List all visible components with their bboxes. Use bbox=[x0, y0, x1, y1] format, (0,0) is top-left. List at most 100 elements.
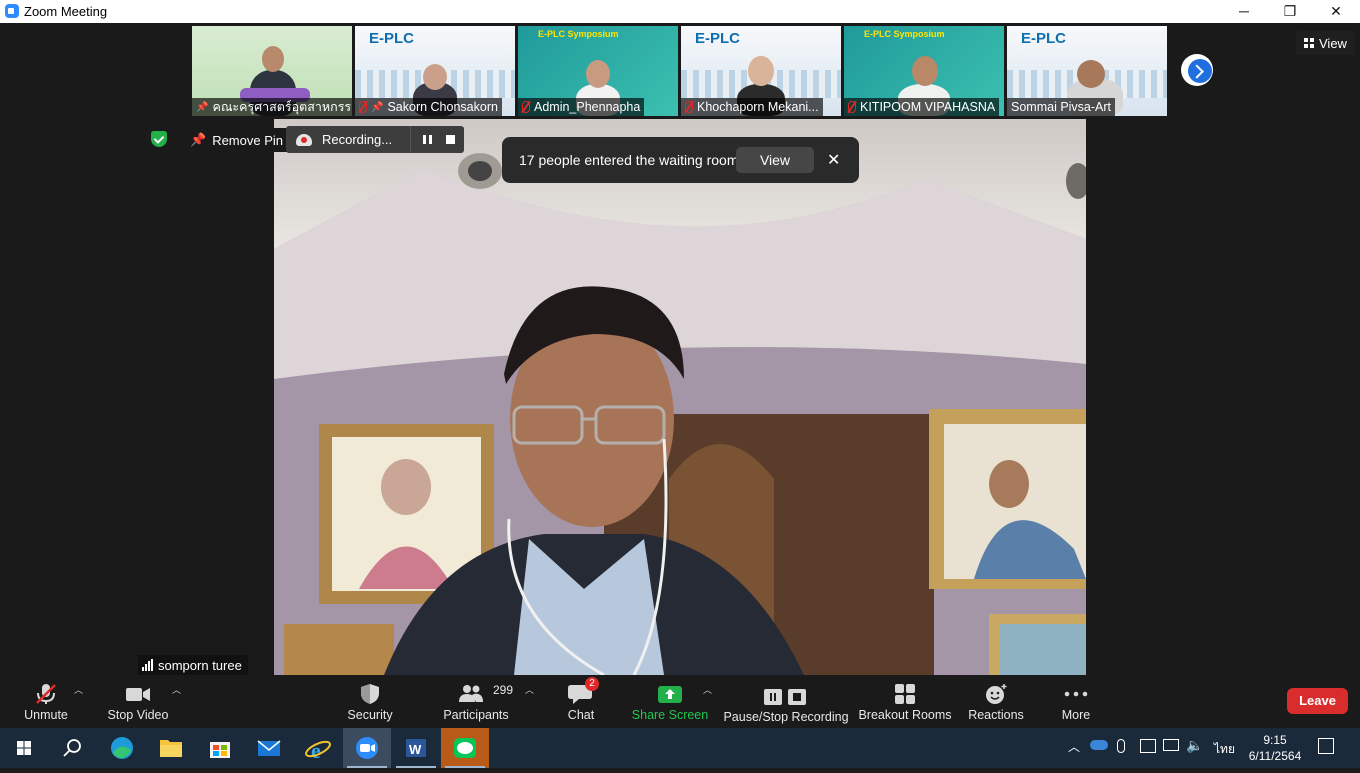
eplc-logo: E-PLC bbox=[695, 30, 740, 47]
breakout-rooms-label: Breakout Rooms bbox=[858, 708, 952, 722]
close-window-button[interactable]: ✕ bbox=[1313, 0, 1359, 23]
participant-name: Sakorn Chonsakorn bbox=[387, 100, 498, 114]
internet-explorer-icon: e bbox=[305, 738, 331, 763]
folder-icon bbox=[160, 740, 182, 757]
zoom-app-icon bbox=[5, 4, 19, 18]
participants-label: Participants bbox=[443, 708, 509, 722]
onedrive-icon[interactable] bbox=[1090, 740, 1108, 750]
participant-name: Khochaporn Mekani... bbox=[697, 100, 819, 114]
participant-tile[interactable]: E-PLC Khochaporn Mekani... bbox=[681, 26, 841, 116]
recording-cloud-icon bbox=[296, 133, 312, 146]
taskbar-file-explorer[interactable] bbox=[147, 728, 195, 768]
taskbar-internet-explorer[interactable]: e bbox=[294, 728, 342, 768]
share-options-chevron-icon[interactable]: ︿ bbox=[703, 683, 712, 696]
view-button[interactable]: View bbox=[1296, 31, 1355, 55]
waiting-room-notification: 17 people entered the waiting room View … bbox=[502, 137, 859, 183]
participants-count: 299 bbox=[493, 683, 514, 697]
maximize-button[interactable]: ❐ bbox=[1267, 0, 1313, 23]
windows-logo-icon bbox=[17, 741, 31, 755]
muted-mic-icon bbox=[685, 101, 693, 113]
signal-bars-icon bbox=[142, 659, 153, 671]
stop-recording-icon[interactable] bbox=[444, 133, 457, 146]
grid-view-icon bbox=[1304, 38, 1314, 48]
participants-button[interactable]: 299 Participants bbox=[440, 675, 514, 728]
leave-button[interactable]: Leave bbox=[1287, 688, 1348, 714]
microphone-tray-icon[interactable] bbox=[1117, 739, 1125, 753]
edge-browser-icon bbox=[111, 737, 133, 759]
more-button[interactable]: More bbox=[1050, 675, 1102, 728]
clock-time: 9:15 bbox=[1263, 733, 1287, 747]
network-alert-icon[interactable] bbox=[1140, 739, 1156, 753]
smiley-icon bbox=[986, 684, 1007, 704]
participant-tile[interactable]: 📌 คณะครุศาสตร์อุตสาหกรร... bbox=[192, 26, 352, 116]
pin-icon: 📌 bbox=[190, 132, 207, 147]
close-icon[interactable]: ✕ bbox=[827, 150, 840, 170]
muted-mic-icon bbox=[522, 101, 530, 113]
eplc-logo: E-PLC bbox=[1021, 30, 1066, 47]
unmute-button[interactable]: Unmute bbox=[14, 675, 78, 728]
taskbar-mail[interactable] bbox=[245, 728, 293, 768]
taskbar-zoom[interactable] bbox=[343, 728, 391, 768]
pin-icon: 📌 bbox=[196, 101, 209, 113]
reactions-button[interactable]: Reactions bbox=[964, 675, 1028, 728]
waiting-room-message: 17 people entered the waiting room bbox=[519, 152, 739, 168]
participant-tile[interactable]: E-PLC Sommai Pivsa-Art bbox=[1007, 26, 1167, 116]
shield-icon bbox=[361, 684, 379, 704]
meeting-toolbar: Unmute ︿ Stop Video ︿ Security 299 Parti… bbox=[0, 675, 1360, 728]
participants-icon bbox=[459, 685, 483, 702]
pause-recording-icon[interactable] bbox=[419, 133, 437, 146]
chat-button[interactable]: 2 Chat bbox=[556, 675, 606, 728]
participants-options-chevron-icon[interactable]: ︿ bbox=[525, 683, 534, 696]
pause-stop-recording-button[interactable]: Pause/Stop Recording bbox=[722, 675, 850, 728]
stop-video-button[interactable]: Stop Video bbox=[104, 675, 172, 728]
security-shield-icon bbox=[151, 131, 167, 147]
remove-pin-button[interactable]: 📌 Remove Pin bbox=[182, 128, 291, 152]
svg-text:W: W bbox=[409, 742, 422, 757]
taskbar-store[interactable] bbox=[196, 728, 244, 768]
breakout-rooms-button[interactable]: Breakout Rooms bbox=[858, 675, 952, 728]
start-button[interactable] bbox=[0, 728, 48, 768]
symposium-banner: E-PLC Symposium bbox=[538, 29, 619, 39]
eplc-logo: E-PLC bbox=[369, 30, 414, 47]
display-icon[interactable] bbox=[1163, 739, 1179, 751]
window-title: Zoom Meeting bbox=[24, 4, 108, 19]
muted-mic-icon bbox=[848, 101, 856, 113]
volume-icon[interactable]: 🔈 bbox=[1186, 737, 1203, 754]
minimize-button[interactable]: ─ bbox=[1221, 0, 1267, 23]
recording-controls-icon bbox=[764, 689, 806, 705]
symposium-banner: E-PLC Symposium bbox=[864, 29, 945, 39]
participant-tile[interactable]: E-PLC Symposium KITIPOOM VIPAHASNA bbox=[844, 26, 1004, 116]
title-bar: Zoom Meeting ─ ❐ ✕ bbox=[0, 0, 1360, 23]
participant-tile[interactable]: E-PLC Symposium Admin_Phennapha bbox=[518, 26, 678, 116]
recording-status: Recording... bbox=[286, 126, 464, 153]
active-speaker-label: somporn turee bbox=[138, 655, 248, 675]
stop-video-label: Stop Video bbox=[107, 708, 169, 722]
recording-label: Recording... bbox=[322, 132, 393, 147]
security-button[interactable]: Security bbox=[340, 675, 400, 728]
input-language[interactable]: ไทย bbox=[1214, 740, 1235, 759]
participant-name: คณะครุศาสตร์อุตสาหกรร... bbox=[212, 100, 352, 114]
share-screen-button[interactable]: Share Screen bbox=[630, 675, 710, 728]
notification-center-icon[interactable] bbox=[1318, 738, 1334, 754]
video-camera-icon bbox=[126, 688, 150, 701]
zoom-app-icon bbox=[356, 737, 378, 759]
taskbar-line[interactable] bbox=[441, 728, 489, 768]
ellipsis-icon bbox=[1064, 691, 1088, 697]
next-page-arrow-icon[interactable] bbox=[1181, 54, 1213, 86]
participant-name: Sommai Pivsa-Art bbox=[1011, 100, 1112, 114]
view-button-label: View bbox=[1319, 35, 1347, 51]
clock[interactable]: 9:15 6/11/2564 bbox=[1244, 732, 1306, 764]
chevron-up-icon[interactable]: ︿ bbox=[1068, 738, 1080, 755]
video-options-chevron-icon[interactable]: ︿ bbox=[172, 683, 181, 696]
remove-pin-label: Remove Pin bbox=[212, 132, 283, 148]
participant-tile[interactable]: E-PLC 📌 Sakorn Chonsakorn bbox=[355, 26, 515, 116]
muted-mic-icon bbox=[36, 684, 56, 704]
waiting-room-view-button[interactable]: View bbox=[736, 147, 814, 173]
taskbar-edge[interactable] bbox=[98, 728, 146, 768]
search-button[interactable] bbox=[48, 728, 96, 768]
audio-options-chevron-icon[interactable]: ︿ bbox=[74, 683, 83, 696]
windows-taskbar: e W ︿ 🔈 ไทย 9:15 6/11/2564 bbox=[0, 728, 1360, 768]
mail-icon bbox=[257, 740, 281, 756]
muted-mic-icon bbox=[359, 101, 367, 113]
taskbar-word[interactable]: W bbox=[392, 728, 440, 768]
